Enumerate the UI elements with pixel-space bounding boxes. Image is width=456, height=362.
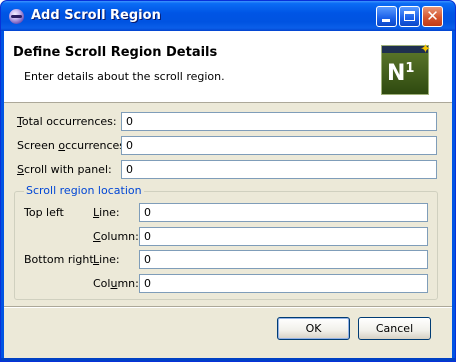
top-left-line-label: Line: [93, 206, 120, 219]
minimize-button[interactable] [376, 6, 397, 27]
product-logo: N1 ✦ [381, 42, 431, 95]
bottom-right-column-label: Column: [93, 277, 139, 290]
close-icon: ✕ [426, 7, 439, 25]
wizard-banner: Define Scroll Region Details Enter detai… [4, 31, 452, 103]
window-frame-bottom [1, 358, 455, 361]
logo-letter: N [387, 61, 406, 86]
dialog-window: Add Scroll Region ✕ Define Scroll Region… [0, 0, 456, 362]
top-left-line-field[interactable]: 0 [139, 203, 428, 222]
window-frame-right [452, 31, 455, 361]
minimize-icon [382, 19, 390, 22]
screen-occurrences-label: Screen occurrences: [17, 139, 129, 152]
dialog-client-area: Define Scroll Region Details Enter detai… [4, 31, 452, 358]
bottom-right-label: Bottom right [24, 253, 94, 266]
bottom-right-line-label: Line: [93, 253, 120, 266]
banner-description: Enter details about the scroll region. [24, 70, 225, 83]
star-icon: ✦ [420, 42, 431, 57]
banner-title: Define Scroll Region Details [13, 45, 218, 60]
eclipse-app-icon [9, 9, 24, 24]
maximize-button[interactable] [399, 6, 420, 27]
total-occurrences-label: Total occurrences: [17, 115, 117, 128]
close-button[interactable]: ✕ [422, 6, 443, 27]
button-separator [4, 306, 452, 308]
top-left-column-field[interactable]: 0 [139, 227, 428, 246]
scroll-with-panel-label: Scroll with panel: [17, 163, 112, 176]
group-title: Scroll region location [24, 184, 144, 197]
ok-button[interactable]: OK [277, 317, 350, 340]
window-title: Add Scroll Region [31, 8, 161, 23]
top-left-column-label: Column: [93, 230, 139, 243]
screen-occurrences-field[interactable]: 0 [121, 136, 437, 155]
scroll-with-panel-field[interactable]: 0 [121, 160, 437, 179]
title-bar[interactable]: Add Scroll Region ✕ [1, 1, 455, 31]
total-occurrences-field[interactable]: 0 [121, 112, 437, 131]
cancel-button[interactable]: Cancel [358, 317, 431, 340]
bottom-right-column-field[interactable]: 0 [139, 274, 428, 293]
logo-superscript: 1 [405, 61, 415, 76]
top-left-label: Top left [24, 206, 64, 219]
bottom-right-line-field[interactable]: 0 [139, 250, 428, 269]
logo-text: N1 [387, 61, 414, 86]
maximize-icon [404, 11, 415, 21]
